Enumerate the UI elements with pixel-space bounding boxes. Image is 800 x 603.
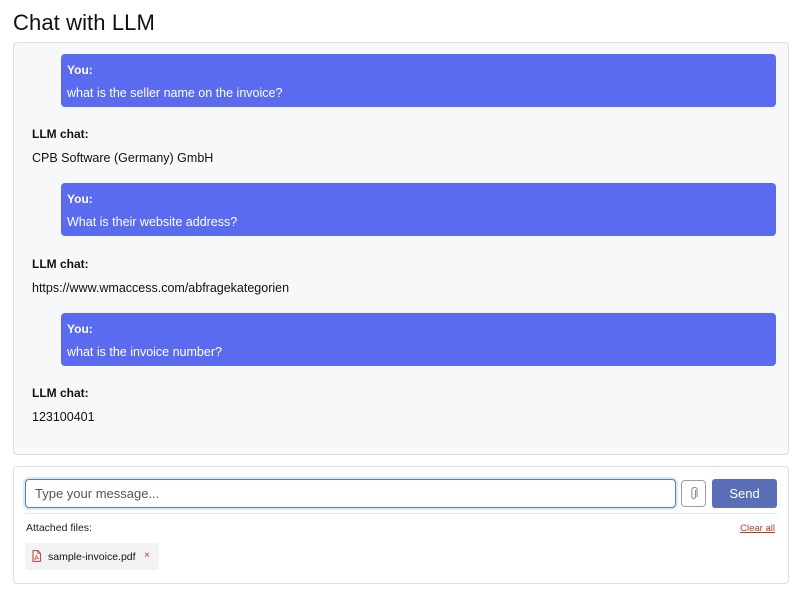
attached-files-label: Attached files:	[26, 522, 92, 534]
paperclip-icon	[690, 486, 698, 499]
message-text: https://www.wmaccess.com/abfragekategori…	[32, 281, 290, 295]
message-sender: You:	[67, 192, 93, 206]
message-text: What is their website address?	[67, 215, 238, 229]
user-message: You: what is the seller name on the invo…	[61, 54, 776, 107]
user-message: You: What is their website address?	[61, 183, 776, 236]
message-text: what is the seller name on the invoice?	[67, 86, 283, 100]
message-sender: You:	[67, 322, 93, 336]
page-title: Chat with LLM	[13, 10, 155, 35]
send-button[interactable]: Send	[712, 479, 777, 508]
message-sender: LLM chat:	[32, 257, 89, 271]
message-sender: LLM chat:	[32, 386, 89, 400]
message-sender: LLM chat:	[32, 127, 89, 141]
attach-file-button[interactable]	[681, 480, 706, 507]
remove-file-button[interactable]: ×	[144, 550, 150, 561]
chat-history[interactable]: You: what is the seller name on the invo…	[13, 42, 789, 455]
clear-all-link[interactable]: Clear all	[740, 523, 775, 534]
pdf-file-icon	[32, 550, 41, 562]
attached-file-chip: sample-invoice.pdf ×	[25, 543, 159, 570]
user-message: You: what is the invoice number?	[61, 313, 776, 366]
message-sender: You:	[67, 63, 93, 77]
message-text: CPB Software (Germany) GmbH	[32, 151, 214, 165]
message-text: what is the invoice number?	[67, 345, 222, 359]
attached-file-name: sample-invoice.pdf	[48, 551, 136, 563]
divider	[25, 513, 777, 514]
message-input[interactable]	[25, 479, 676, 508]
message-text: 123100401	[32, 410, 95, 424]
composer-panel: Send Attached files: Clear all sample-in…	[13, 466, 789, 584]
